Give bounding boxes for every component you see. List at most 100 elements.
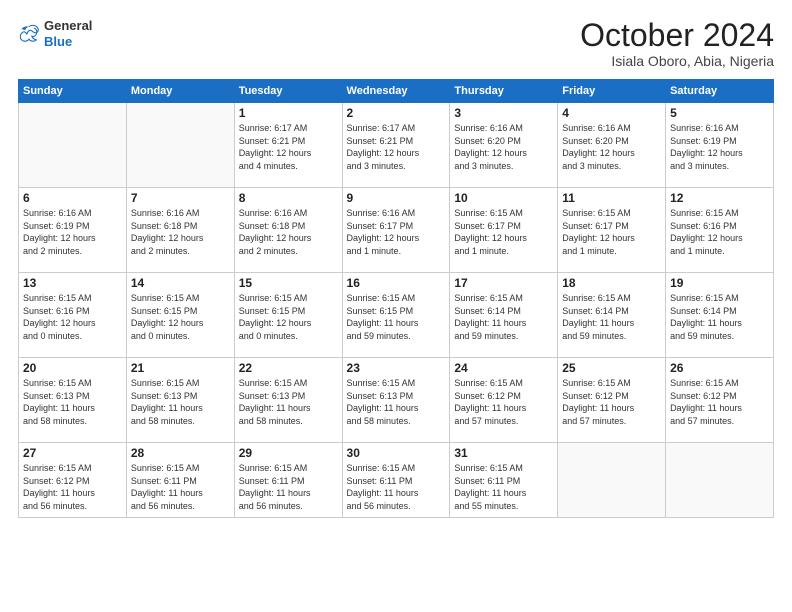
- calendar-week-row: 6Sunrise: 6:16 AM Sunset: 6:19 PM Daylig…: [19, 188, 774, 273]
- day-info: Sunrise: 6:16 AM Sunset: 6:18 PM Dayligh…: [131, 207, 230, 257]
- logo-general: General: [44, 18, 92, 34]
- day-number: 23: [347, 361, 446, 375]
- day-info: Sunrise: 6:15 AM Sunset: 6:11 PM Dayligh…: [239, 462, 338, 512]
- day-number: 20: [23, 361, 122, 375]
- day-number: 4: [562, 106, 661, 120]
- day-number: 28: [131, 446, 230, 460]
- day-info: Sunrise: 6:15 AM Sunset: 6:11 PM Dayligh…: [347, 462, 446, 512]
- day-info: Sunrise: 6:15 AM Sunset: 6:11 PM Dayligh…: [131, 462, 230, 512]
- day-info: Sunrise: 6:15 AM Sunset: 6:13 PM Dayligh…: [347, 377, 446, 427]
- header: General Blue October 2024 Isiala Oboro, …: [18, 18, 774, 69]
- weekday-header-tuesday: Tuesday: [234, 80, 342, 103]
- logo-bird-icon: [18, 23, 40, 45]
- day-info: Sunrise: 6:15 AM Sunset: 6:15 PM Dayligh…: [239, 292, 338, 342]
- calendar-cell: 2 Sunrise: 6:17 AM Sunset: 6:21 PM Daylig…: [342, 103, 450, 188]
- calendar-cell: [19, 103, 127, 188]
- day-info: Sunrise: 6:15 AM Sunset: 6:12 PM Dayligh…: [454, 377, 553, 427]
- day-number: 14: [131, 276, 230, 290]
- day-info: Sunrise: 6:15 AM Sunset: 6:13 PM Dayligh…: [239, 377, 338, 427]
- calendar-cell: [126, 103, 234, 188]
- calendar-cell: 14 Sunrise: 6:15 AM Sunset: 6:15 PM Dayli…: [126, 273, 234, 358]
- day-number: 21: [131, 361, 230, 375]
- day-info: Sunrise: 6:15 AM Sunset: 6:12 PM Dayligh…: [23, 462, 122, 512]
- day-number: 8: [239, 191, 338, 205]
- day-number: 27: [23, 446, 122, 460]
- day-number: 31: [454, 446, 553, 460]
- day-number: 9: [347, 191, 446, 205]
- logo-text: General Blue: [44, 18, 92, 49]
- day-number: 24: [454, 361, 553, 375]
- calendar-cell: 11 Sunrise: 6:15 AM Sunset: 6:17 PM Dayli…: [558, 188, 666, 273]
- day-info: Sunrise: 6:15 AM Sunset: 6:16 PM Dayligh…: [23, 292, 122, 342]
- calendar-cell: 28 Sunrise: 6:15 AM Sunset: 6:11 PM Dayli…: [126, 443, 234, 518]
- calendar-cell: 30Sunrise: 6:15 AM Sunset: 6:11 PM Dayli…: [342, 443, 450, 518]
- day-info: Sunrise: 6:15 AM Sunset: 6:11 PM Dayligh…: [454, 462, 553, 512]
- weekday-header-thursday: Thursday: [450, 80, 558, 103]
- weekday-header-friday: Friday: [558, 80, 666, 103]
- day-number: 26: [670, 361, 769, 375]
- location: Isiala Oboro, Abia, Nigeria: [580, 53, 774, 69]
- calendar-cell: 9Sunrise: 6:16 AM Sunset: 6:17 PM Daylig…: [342, 188, 450, 273]
- calendar-cell: 3Sunrise: 6:16 AM Sunset: 6:20 PM Daylig…: [450, 103, 558, 188]
- logo-blue: Blue: [44, 34, 92, 50]
- day-info: Sunrise: 6:16 AM Sunset: 6:20 PM Dayligh…: [562, 122, 661, 172]
- calendar-cell: 29Sunrise: 6:15 AM Sunset: 6:11 PM Dayli…: [234, 443, 342, 518]
- calendar-cell: 4 Sunrise: 6:16 AM Sunset: 6:20 PM Daylig…: [558, 103, 666, 188]
- calendar-cell: 5 Sunrise: 6:16 AM Sunset: 6:19 PM Daylig…: [666, 103, 774, 188]
- day-number: 1: [239, 106, 338, 120]
- calendar-week-row: 1 Sunrise: 6:17 AM Sunset: 6:21 PM Daylig…: [19, 103, 774, 188]
- calendar-cell: 12Sunrise: 6:15 AM Sunset: 6:16 PM Dayli…: [666, 188, 774, 273]
- day-number: 17: [454, 276, 553, 290]
- day-number: 5: [670, 106, 769, 120]
- calendar-week-row: 20 Sunrise: 6:15 AM Sunset: 6:13 PM Dayli…: [19, 358, 774, 443]
- day-number: 19: [670, 276, 769, 290]
- day-info: Sunrise: 6:15 AM Sunset: 6:13 PM Dayligh…: [23, 377, 122, 427]
- day-number: 6: [23, 191, 122, 205]
- day-info: Sunrise: 6:16 AM Sunset: 6:18 PM Dayligh…: [239, 207, 338, 257]
- day-number: 7: [131, 191, 230, 205]
- weekday-header-saturday: Saturday: [666, 80, 774, 103]
- calendar-cell: 13Sunrise: 6:15 AM Sunset: 6:16 PM Dayli…: [19, 273, 127, 358]
- day-info: Sunrise: 6:16 AM Sunset: 6:19 PM Dayligh…: [670, 122, 769, 172]
- calendar-header-row: SundayMondayTuesdayWednesdayThursdayFrid…: [19, 80, 774, 103]
- logo: General Blue: [18, 18, 92, 49]
- day-number: 10: [454, 191, 553, 205]
- day-info: Sunrise: 6:17 AM Sunset: 6:21 PM Dayligh…: [239, 122, 338, 172]
- day-number: 2: [347, 106, 446, 120]
- day-number: 11: [562, 191, 661, 205]
- day-info: Sunrise: 6:16 AM Sunset: 6:20 PM Dayligh…: [454, 122, 553, 172]
- day-number: 25: [562, 361, 661, 375]
- day-info: Sunrise: 6:15 AM Sunset: 6:15 PM Dayligh…: [347, 292, 446, 342]
- day-info: Sunrise: 6:15 AM Sunset: 6:15 PM Dayligh…: [131, 292, 230, 342]
- calendar-cell: 24 Sunrise: 6:15 AM Sunset: 6:12 PM Dayli…: [450, 358, 558, 443]
- calendar-cell: 15Sunrise: 6:15 AM Sunset: 6:15 PM Dayli…: [234, 273, 342, 358]
- day-info: Sunrise: 6:17 AM Sunset: 6:21 PM Dayligh…: [347, 122, 446, 172]
- day-number: 22: [239, 361, 338, 375]
- title-area: October 2024 Isiala Oboro, Abia, Nigeria: [580, 18, 774, 69]
- calendar-table: SundayMondayTuesdayWednesdayThursdayFrid…: [18, 79, 774, 518]
- weekday-header-sunday: Sunday: [19, 80, 127, 103]
- day-info: Sunrise: 6:15 AM Sunset: 6:12 PM Dayligh…: [562, 377, 661, 427]
- calendar-cell: [666, 443, 774, 518]
- calendar-cell: 25 Sunrise: 6:15 AM Sunset: 6:12 PM Dayli…: [558, 358, 666, 443]
- calendar-cell: 22 Sunrise: 6:15 AM Sunset: 6:13 PM Dayli…: [234, 358, 342, 443]
- day-info: Sunrise: 6:15 AM Sunset: 6:17 PM Dayligh…: [562, 207, 661, 257]
- weekday-header-monday: Monday: [126, 80, 234, 103]
- day-number: 12: [670, 191, 769, 205]
- weekday-header-wednesday: Wednesday: [342, 80, 450, 103]
- calendar-cell: 23 Sunrise: 6:15 AM Sunset: 6:13 PM Dayli…: [342, 358, 450, 443]
- day-info: Sunrise: 6:15 AM Sunset: 6:17 PM Dayligh…: [454, 207, 553, 257]
- calendar-week-row: 13Sunrise: 6:15 AM Sunset: 6:16 PM Dayli…: [19, 273, 774, 358]
- day-info: Sunrise: 6:15 AM Sunset: 6:14 PM Dayligh…: [454, 292, 553, 342]
- calendar-cell: 17 Sunrise: 6:15 AM Sunset: 6:14 PM Dayli…: [450, 273, 558, 358]
- day-number: 18: [562, 276, 661, 290]
- calendar-cell: 26 Sunrise: 6:15 AM Sunset: 6:12 PM Dayli…: [666, 358, 774, 443]
- calendar-cell: 31 Sunrise: 6:15 AM Sunset: 6:11 PM Dayli…: [450, 443, 558, 518]
- day-info: Sunrise: 6:15 AM Sunset: 6:13 PM Dayligh…: [131, 377, 230, 427]
- calendar-cell: 10 Sunrise: 6:15 AM Sunset: 6:17 PM Dayli…: [450, 188, 558, 273]
- day-info: Sunrise: 6:15 AM Sunset: 6:12 PM Dayligh…: [670, 377, 769, 427]
- calendar-cell: 27 Sunrise: 6:15 AM Sunset: 6:12 PM Dayli…: [19, 443, 127, 518]
- calendar-cell: 20 Sunrise: 6:15 AM Sunset: 6:13 PM Dayli…: [19, 358, 127, 443]
- page: General Blue October 2024 Isiala Oboro, …: [0, 0, 792, 612]
- day-info: Sunrise: 6:15 AM Sunset: 6:14 PM Dayligh…: [562, 292, 661, 342]
